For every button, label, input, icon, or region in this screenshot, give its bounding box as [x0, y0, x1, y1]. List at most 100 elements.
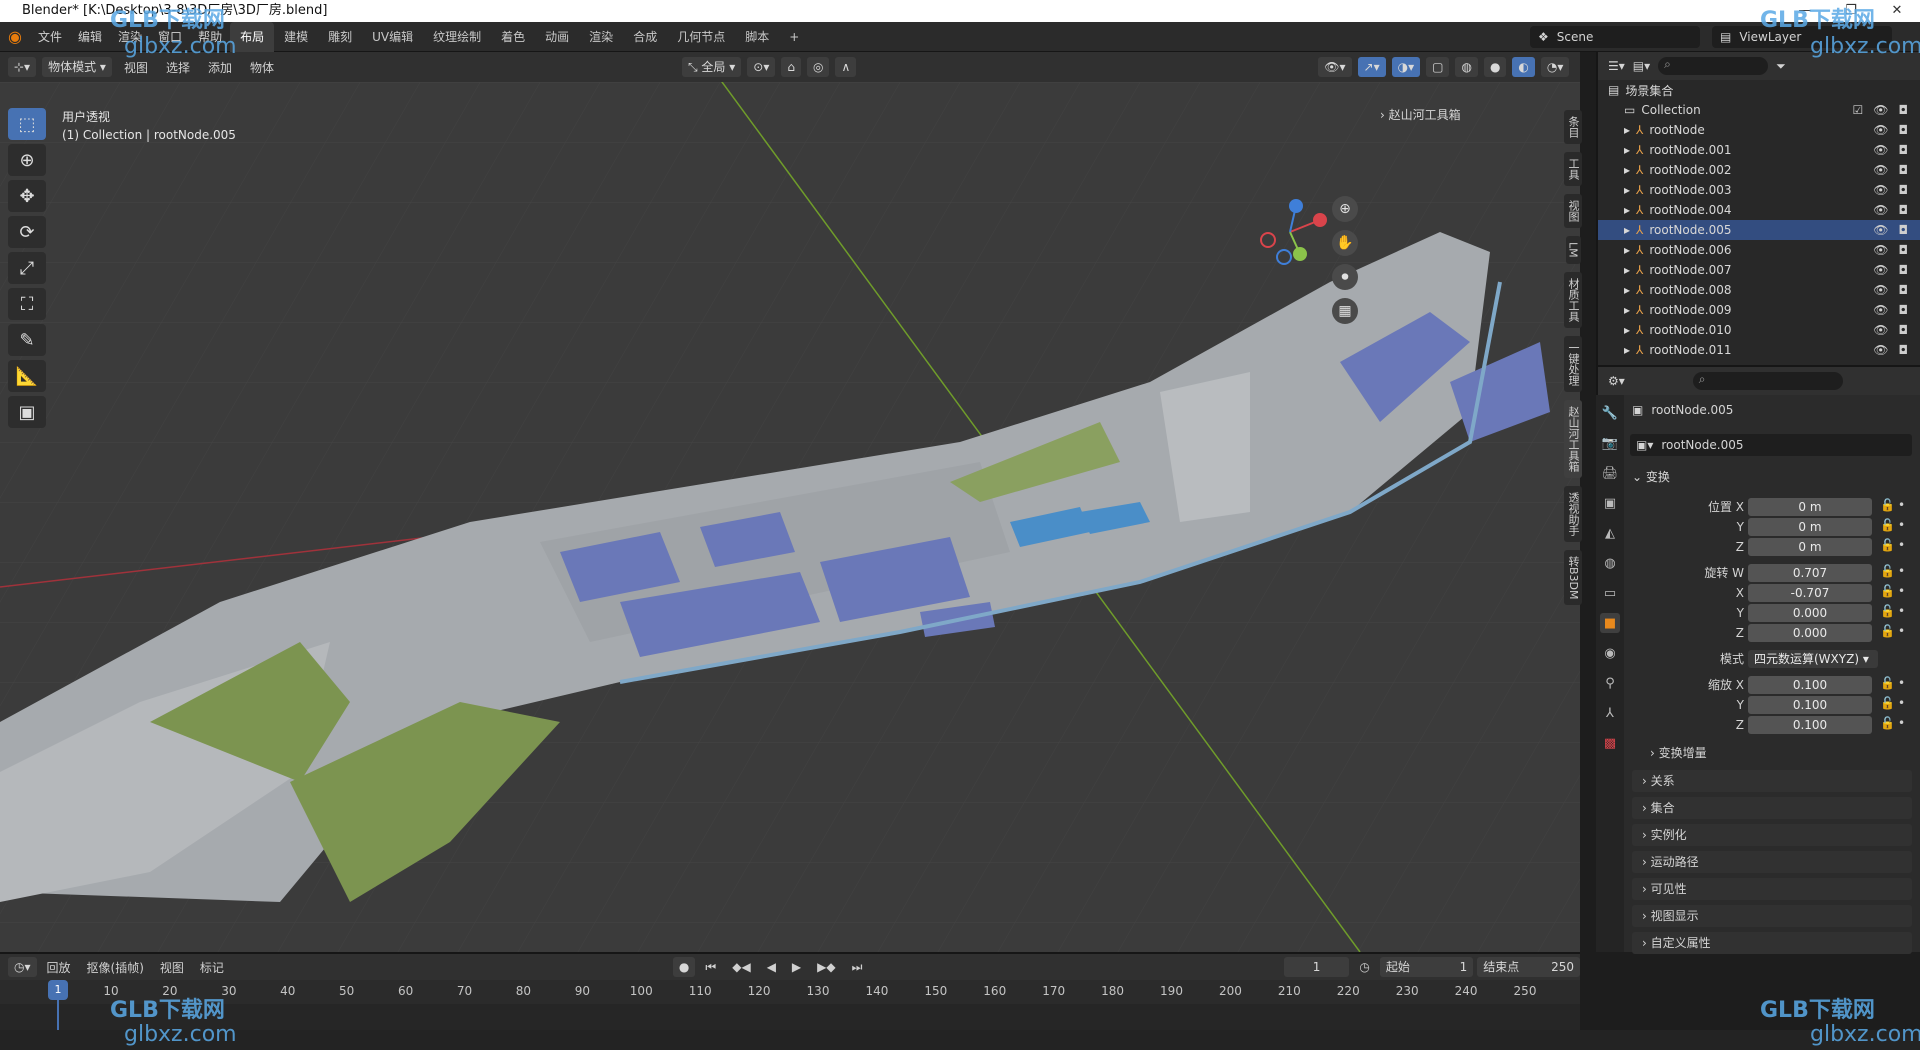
lock-icon[interactable]: 🔓	[1880, 518, 1895, 532]
lock-icon[interactable]: 🔓	[1880, 624, 1895, 638]
eye-icon[interactable]: 👁	[1873, 343, 1888, 357]
shading-solid-icon[interactable]: ●	[1483, 57, 1507, 77]
camera-icon[interactable]: ◘	[1899, 123, 1909, 137]
workspace-tab-scripting[interactable]: 脚本	[735, 22, 779, 52]
lock-icon[interactable]: 🔓	[1880, 584, 1895, 598]
eye-icon[interactable]: 👁	[1873, 203, 1888, 217]
close-button[interactable]: ✕	[1874, 0, 1920, 22]
expand-icon[interactable]: ▸	[1624, 203, 1630, 217]
keyframe-dot-icon[interactable]: •	[1898, 584, 1905, 598]
keyframe-dot-icon[interactable]: •	[1898, 538, 1905, 552]
move-tool-icon[interactable]: ✥	[8, 180, 46, 212]
expand-icon[interactable]: ▸	[1624, 183, 1630, 197]
menu-view[interactable]: 视图	[118, 59, 154, 76]
rotation-z-field[interactable]: 0.000	[1748, 624, 1872, 642]
camera-icon[interactable]: ◘	[1899, 223, 1909, 237]
snap-icon[interactable]: ⌂	[781, 57, 801, 77]
physics-tab-icon[interactable]: ◉	[1600, 643, 1620, 663]
collection-tab-icon[interactable]: ▭	[1600, 583, 1620, 603]
eye-icon[interactable]: 👁	[1873, 123, 1888, 137]
transform-header[interactable]: ⌄ 变换	[1632, 468, 1670, 488]
expand-icon[interactable]: ▸	[1624, 303, 1630, 317]
lock-icon[interactable]: 🔓	[1880, 564, 1895, 578]
perspective-toggle-icon[interactable]: ▦	[1332, 298, 1358, 324]
section-visibility[interactable]: › 可见性	[1632, 878, 1912, 900]
properties-editor-icon[interactable]: ⚙▾	[1608, 374, 1625, 388]
expand-icon[interactable]: ▸	[1624, 343, 1630, 357]
outliner-item-row[interactable]: ▸ ⅄ rootNode.002 👁 ◘	[1598, 160, 1920, 180]
object-type-icon[interactable]: ▣▾	[1636, 438, 1653, 452]
scene-selector[interactable]: ❖ Scene	[1530, 26, 1700, 48]
outliner-item-row[interactable]: ▸ ⅄ rootNode.003 👁 ◘	[1598, 180, 1920, 200]
sidebar-tab-lm[interactable]: LM	[1565, 236, 1581, 264]
shading-rendered-icon[interactable]: ◔▾	[1540, 57, 1570, 77]
section-instancing[interactable]: › 实例化	[1632, 824, 1912, 846]
keyframe-dot-icon[interactable]: •	[1898, 676, 1905, 690]
outliner-item-row[interactable]: ▸ ⅄ rootNode 👁 ◘	[1598, 120, 1920, 140]
mode-selector[interactable]: 物体模式 ▾	[42, 57, 112, 77]
eye-icon[interactable]: 👁	[1873, 163, 1888, 177]
pivot-icon[interactable]: ⊙▾	[747, 57, 776, 77]
keyframe-dot-icon[interactable]: •	[1898, 518, 1905, 532]
jump-start-icon[interactable]: ⏮	[699, 960, 722, 975]
output-tab-icon[interactable]: 🖨	[1600, 463, 1620, 483]
menu-marker[interactable]: 标记	[194, 959, 230, 976]
end-frame-field[interactable]: 结束点 250	[1477, 957, 1580, 977]
workspace-tab-compositing[interactable]: 合成	[623, 22, 667, 52]
keyframe-dot-icon[interactable]: •	[1898, 624, 1905, 638]
lock-icon[interactable]: 🔓	[1880, 696, 1895, 710]
eye-icon[interactable]: 👁	[1873, 263, 1888, 277]
eye-icon[interactable]: 👁	[1873, 143, 1888, 157]
location-z-field[interactable]: 0 m	[1748, 538, 1872, 556]
menu-timeline-view[interactable]: 视图	[154, 959, 190, 976]
lock-icon[interactable]: 🔓	[1880, 676, 1895, 690]
xray-icon[interactable]: ▢	[1426, 57, 1450, 77]
blender-logo-icon[interactable]: ◉	[0, 27, 30, 46]
object-tab-icon[interactable]: ■	[1600, 613, 1620, 633]
outliner-item-row[interactable]: ▸ ⅄ rootNode.004 👁 ◘	[1598, 200, 1920, 220]
lock-icon[interactable]: 🔓	[1880, 604, 1895, 618]
workspace-tab-uv-editing[interactable]: UV编辑	[362, 22, 423, 52]
expand-icon[interactable]: ▸	[1624, 123, 1630, 137]
camera-icon[interactable]: ◘	[1899, 263, 1909, 277]
sidebar-tab-zhaoshanhe[interactable]: 赵山河工具箱	[1564, 399, 1582, 478]
location-x-field[interactable]: 0 m	[1748, 498, 1872, 516]
keyframe-dot-icon[interactable]: •	[1898, 696, 1905, 710]
expand-icon[interactable]: ▸	[1624, 143, 1630, 157]
scale-tool-icon[interactable]: ⤢	[8, 252, 46, 284]
sidebar-tab-b3dm[interactable]: 转B3DM	[1564, 549, 1582, 606]
shading-material-icon[interactable]: ◐	[1512, 57, 1535, 77]
collection-row[interactable]: ▭ Collection ☑ 👁 ◘	[1598, 100, 1920, 120]
start-frame-field[interactable]: 起始 1	[1379, 957, 1474, 977]
camera-icon[interactable]: ◘	[1899, 203, 1909, 217]
eye-icon[interactable]: 👁	[1873, 243, 1888, 257]
camera-icon[interactable]: ◘	[1899, 183, 1909, 197]
sidebar-tab-perspective[interactable]: 透视助手	[1564, 485, 1582, 542]
menu-select[interactable]: 选择	[160, 59, 196, 76]
outliner-search-icon[interactable]: ⌕	[1658, 57, 1769, 75]
constraints-tab-icon[interactable]: ⚲	[1600, 673, 1620, 693]
filter-icon[interactable]: ⏷	[1776, 59, 1786, 74]
scale-x-field[interactable]: 0.100	[1748, 676, 1872, 694]
scene-tab-icon[interactable]: ◭	[1600, 523, 1620, 543]
outliner-item-row[interactable]: ▸ ⅄ rootNode.011 👁 ◘	[1598, 340, 1920, 360]
workspace-tab-texture-paint[interactable]: 纹理绘制	[423, 22, 491, 52]
workspace-tab-geometry-nodes[interactable]: 几何节点	[667, 22, 735, 52]
sidebar-tab-material-tools[interactable]: 材质工具	[1564, 271, 1582, 328]
scale-z-field[interactable]: 0.100	[1748, 716, 1872, 734]
shading-wireframe-icon[interactable]: ◍	[1455, 57, 1478, 77]
camera-icon[interactable]: ◘	[1899, 323, 1909, 337]
add-cube-tool-icon[interactable]: ▣	[8, 396, 46, 428]
display-mode-icon[interactable]: ▤▾	[1633, 59, 1650, 73]
outliner-item-row[interactable]: ▸ ⅄ rootNode.009 👁 ◘	[1598, 300, 1920, 320]
camera-icon[interactable]: ◘	[1899, 143, 1909, 157]
orientation-selector[interactable]: ⤡ 全局 ▾	[682, 57, 742, 77]
zoom-icon[interactable]: ⊕	[1332, 196, 1358, 222]
record-icon[interactable]: ●	[672, 957, 696, 977]
select-box-tool-icon[interactable]: ⬚	[8, 108, 46, 140]
outliner-item-row[interactable]: ▸ ⅄ rootNode.007 👁 ◘	[1598, 260, 1920, 280]
expand-icon[interactable]: ▸	[1624, 323, 1630, 337]
object-name-field[interactable]: ▣▾ rootNode.005	[1630, 434, 1912, 456]
sidebar-tab-item[interactable]: 条目	[1564, 110, 1582, 144]
rotation-mode-dropdown[interactable]: 四元数运算(WXYZ) ▾	[1748, 650, 1878, 668]
